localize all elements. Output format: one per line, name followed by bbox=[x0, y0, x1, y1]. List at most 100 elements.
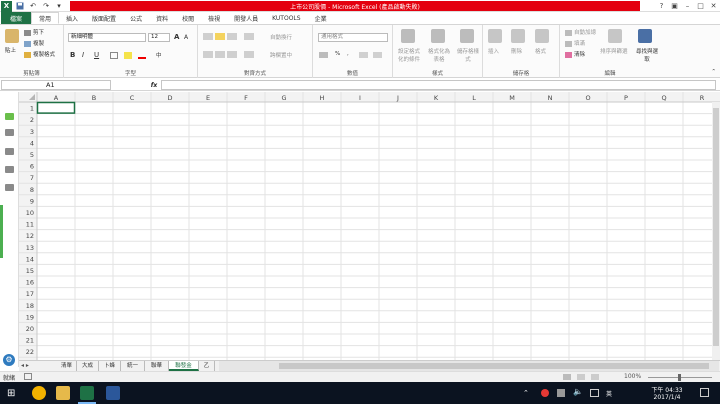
row-header[interactable]: 4 bbox=[30, 139, 34, 147]
paste-icon[interactable] bbox=[5, 29, 19, 43]
align-middle-icon[interactable] bbox=[215, 33, 225, 40]
underline-button[interactable]: U bbox=[94, 51, 99, 59]
clear-button[interactable]: 清除 bbox=[565, 50, 585, 58]
column-header[interactable]: O bbox=[585, 94, 590, 102]
collapse-ribbon-icon[interactable]: ⌃ bbox=[711, 69, 716, 75]
redo-icon[interactable]: ↷ bbox=[41, 1, 51, 11]
notifications-icon[interactable] bbox=[700, 388, 709, 397]
wrap-text-button[interactable]: 自動換行 bbox=[270, 33, 292, 41]
network-icon[interactable] bbox=[557, 389, 565, 397]
row-header[interactable]: 19 bbox=[26, 313, 34, 321]
tab-view[interactable]: 檢視 bbox=[201, 12, 227, 24]
copy-button[interactable]: 複製 bbox=[24, 39, 44, 47]
format-painter-button[interactable]: 複製格式 bbox=[24, 50, 55, 58]
excel-taskbar-icon[interactable] bbox=[80, 386, 94, 400]
row-header[interactable]: 21 bbox=[26, 337, 34, 345]
cell-grid[interactable]: A B C D E F G H I J K L M N O P Q R1234567891011121314151… bbox=[19, 92, 720, 360]
increase-decimal-icon[interactable] bbox=[359, 52, 368, 58]
align-top-icon[interactable] bbox=[203, 33, 213, 40]
percent-button[interactable]: % bbox=[335, 51, 340, 57]
column-header[interactable]: L bbox=[472, 94, 476, 102]
sidebar-binoculars-icon[interactable] bbox=[5, 184, 14, 191]
tab-home[interactable]: 常用 bbox=[31, 12, 60, 24]
align-center-icon[interactable] bbox=[215, 51, 225, 58]
insert-cells-icon[interactable] bbox=[488, 29, 502, 43]
name-box[interactable]: A1 bbox=[1, 80, 111, 90]
spreadsheet-grid[interactable]: A B C D E F G H I J K L M N O P Q R 1 2 3 4 5 6 7 8 9 10 11 12 13 14 15 1… bbox=[19, 92, 720, 360]
column-header[interactable]: B bbox=[92, 94, 96, 102]
volume-icon[interactable]: 🔈 bbox=[573, 387, 583, 396]
align-left-icon[interactable] bbox=[203, 51, 213, 58]
row-header[interactable]: 2 bbox=[30, 116, 34, 124]
row-header[interactable]: 14 bbox=[26, 255, 34, 263]
clock-date[interactable]: 2017/1/4 bbox=[640, 394, 694, 401]
sidebar-sheet-icon[interactable] bbox=[5, 129, 14, 136]
undo-icon[interactable]: ↶ bbox=[28, 1, 38, 11]
tab-review[interactable]: 校閱 bbox=[175, 12, 201, 24]
column-header[interactable]: Q bbox=[661, 94, 666, 102]
row-header[interactable]: 22 bbox=[26, 348, 34, 356]
align-bottom-icon[interactable] bbox=[227, 33, 237, 40]
tab-data[interactable]: 資料 bbox=[149, 12, 175, 24]
keyboard-icon[interactable] bbox=[590, 389, 599, 397]
border-icon[interactable] bbox=[110, 52, 118, 59]
row-header[interactable]: 15 bbox=[26, 267, 34, 275]
column-header[interactable]: P bbox=[624, 94, 628, 102]
decrease-decimal-icon[interactable] bbox=[373, 52, 382, 58]
tab-page-layout[interactable]: 版面配置 bbox=[85, 12, 123, 24]
sidebar-list-icon[interactable] bbox=[5, 166, 14, 173]
find-select-button[interactable]: 尋找與選取 bbox=[636, 47, 658, 63]
column-header[interactable]: R bbox=[700, 94, 705, 102]
zoom-level[interactable]: 100% bbox=[624, 373, 641, 380]
pane-resize-handle[interactable] bbox=[0, 205, 3, 258]
row-header[interactable]: 11 bbox=[26, 221, 34, 229]
tab-formulas[interactable]: 公式 bbox=[123, 12, 149, 24]
format-cells-button[interactable]: 格式 bbox=[535, 47, 546, 55]
merge-center-button[interactable]: 跨欄置中 bbox=[270, 51, 292, 59]
column-header[interactable]: F bbox=[244, 94, 248, 102]
minimize-icon[interactable]: – bbox=[681, 0, 694, 12]
grow-font-button[interactable]: A bbox=[174, 33, 179, 41]
normal-view-icon[interactable] bbox=[563, 374, 571, 380]
tab-file[interactable]: 檔案 bbox=[1, 12, 32, 24]
sheet-tab[interactable]: 統一 bbox=[121, 361, 145, 371]
help-icon[interactable]: ? bbox=[655, 0, 668, 12]
sidebar-folder-icon[interactable] bbox=[5, 148, 14, 155]
row-header[interactable]: 9 bbox=[30, 197, 34, 205]
conditional-format-icon[interactable] bbox=[401, 29, 415, 43]
format-as-table-button[interactable]: 格式化為表格 bbox=[426, 47, 452, 63]
comma-button[interactable]: , bbox=[347, 51, 349, 57]
sort-filter-button[interactable]: 排序與篩選 bbox=[600, 47, 628, 55]
column-header[interactable]: C bbox=[130, 94, 135, 102]
sidebar-workbook-icon[interactable] bbox=[5, 113, 14, 120]
delete-cells-icon[interactable] bbox=[511, 29, 525, 43]
vertical-scroll-thumb[interactable] bbox=[713, 108, 719, 346]
sheet-nav-icon[interactable]: ◂ ▸ bbox=[21, 362, 29, 369]
sort-filter-icon[interactable] bbox=[608, 29, 622, 43]
column-header[interactable]: G bbox=[281, 94, 286, 102]
start-icon[interactable]: ⊞ bbox=[7, 388, 18, 399]
sheet-tab-active[interactable]: 聯發金 bbox=[169, 361, 199, 371]
format-as-table-icon[interactable] bbox=[431, 29, 445, 43]
column-header[interactable]: N bbox=[548, 94, 553, 102]
row-header[interactable]: 3 bbox=[30, 128, 34, 136]
column-header[interactable]: A bbox=[54, 94, 59, 102]
zoom-slider-thumb[interactable] bbox=[678, 374, 681, 381]
row-header[interactable]: 16 bbox=[26, 279, 34, 287]
row-header[interactable]: 8 bbox=[30, 186, 34, 194]
find-select-icon[interactable] bbox=[638, 29, 652, 43]
sheet-tab[interactable]: 卜蜂 bbox=[99, 361, 121, 371]
column-header[interactable]: H bbox=[320, 94, 325, 102]
tab-kutools[interactable]: KUTOOLS bbox=[265, 12, 307, 24]
maximize-icon[interactable]: □ bbox=[694, 0, 707, 12]
indent-icon[interactable] bbox=[244, 51, 254, 58]
italic-button[interactable]: I bbox=[82, 51, 84, 59]
page-break-view-icon[interactable] bbox=[591, 374, 599, 380]
row-header[interactable]: 10 bbox=[26, 209, 34, 217]
close-icon[interactable]: ✕ bbox=[707, 0, 720, 12]
horizontal-scrollbar[interactable] bbox=[219, 361, 719, 371]
sheet-tab[interactable]: 聯華 bbox=[145, 361, 169, 371]
column-header[interactable]: D bbox=[167, 94, 172, 102]
tray-expand-icon[interactable]: ⌃ bbox=[523, 389, 529, 397]
sheet-tab[interactable]: 乙 bbox=[199, 361, 215, 371]
